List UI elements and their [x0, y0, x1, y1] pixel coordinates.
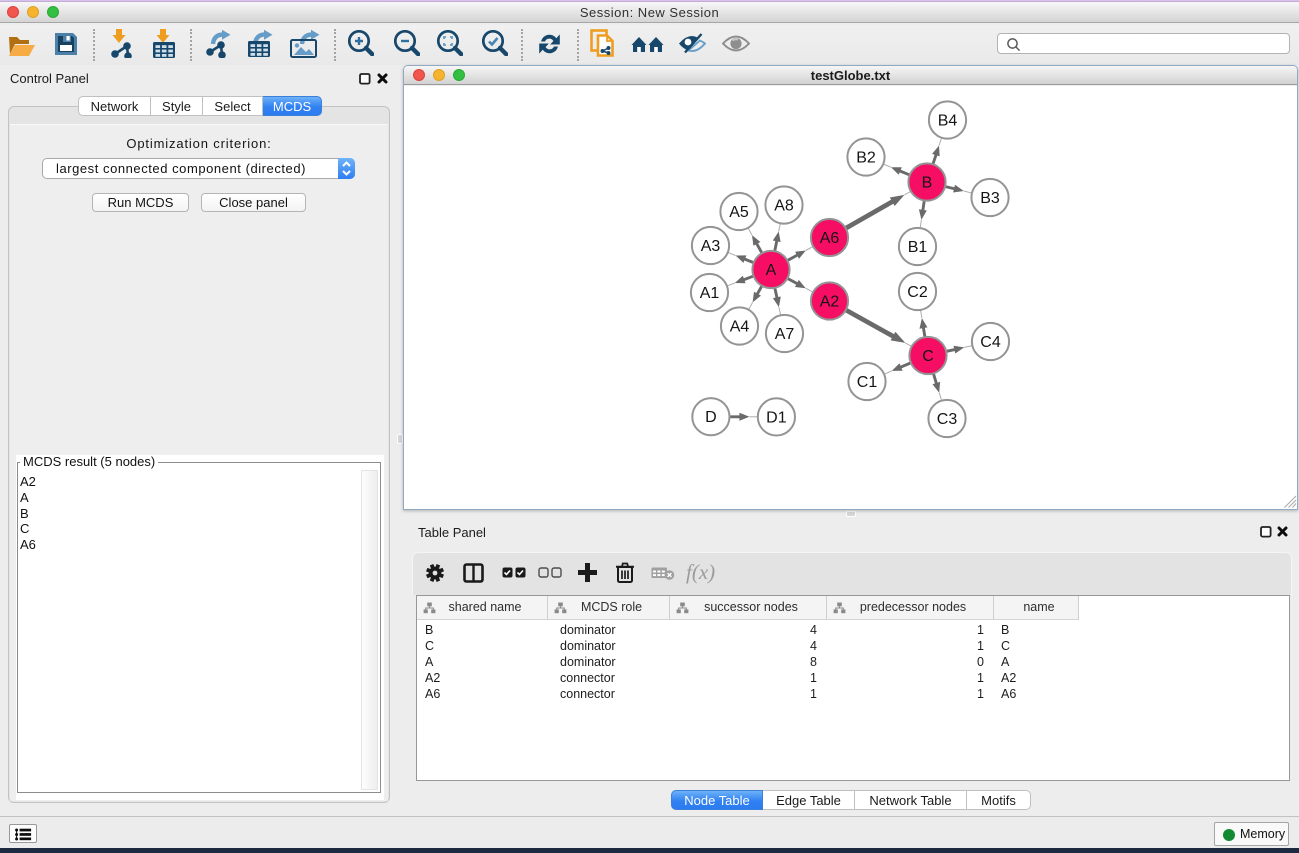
svg-text:A6: A6 — [820, 230, 840, 247]
svg-text:B: B — [922, 175, 933, 192]
svg-text:B3: B3 — [980, 190, 1000, 207]
svg-text:B2: B2 — [856, 150, 876, 167]
svg-text:C: C — [922, 348, 934, 365]
svg-text:C2: C2 — [907, 284, 928, 301]
svg-text:B1: B1 — [908, 239, 928, 256]
svg-text:A7: A7 — [775, 326, 795, 343]
svg-text:A: A — [766, 262, 777, 279]
svg-text:C1: C1 — [857, 374, 878, 391]
svg-text:D: D — [705, 409, 717, 426]
svg-text:A4: A4 — [730, 319, 750, 336]
svg-text:A3: A3 — [701, 238, 721, 255]
svg-text:A1: A1 — [700, 285, 720, 302]
svg-text:A2: A2 — [820, 294, 840, 311]
svg-text:C4: C4 — [980, 334, 1001, 351]
svg-text:C3: C3 — [937, 411, 958, 428]
svg-text:B4: B4 — [938, 113, 958, 130]
svg-text:A8: A8 — [774, 198, 794, 215]
svg-text:D1: D1 — [766, 409, 787, 426]
svg-text:A5: A5 — [729, 204, 749, 221]
